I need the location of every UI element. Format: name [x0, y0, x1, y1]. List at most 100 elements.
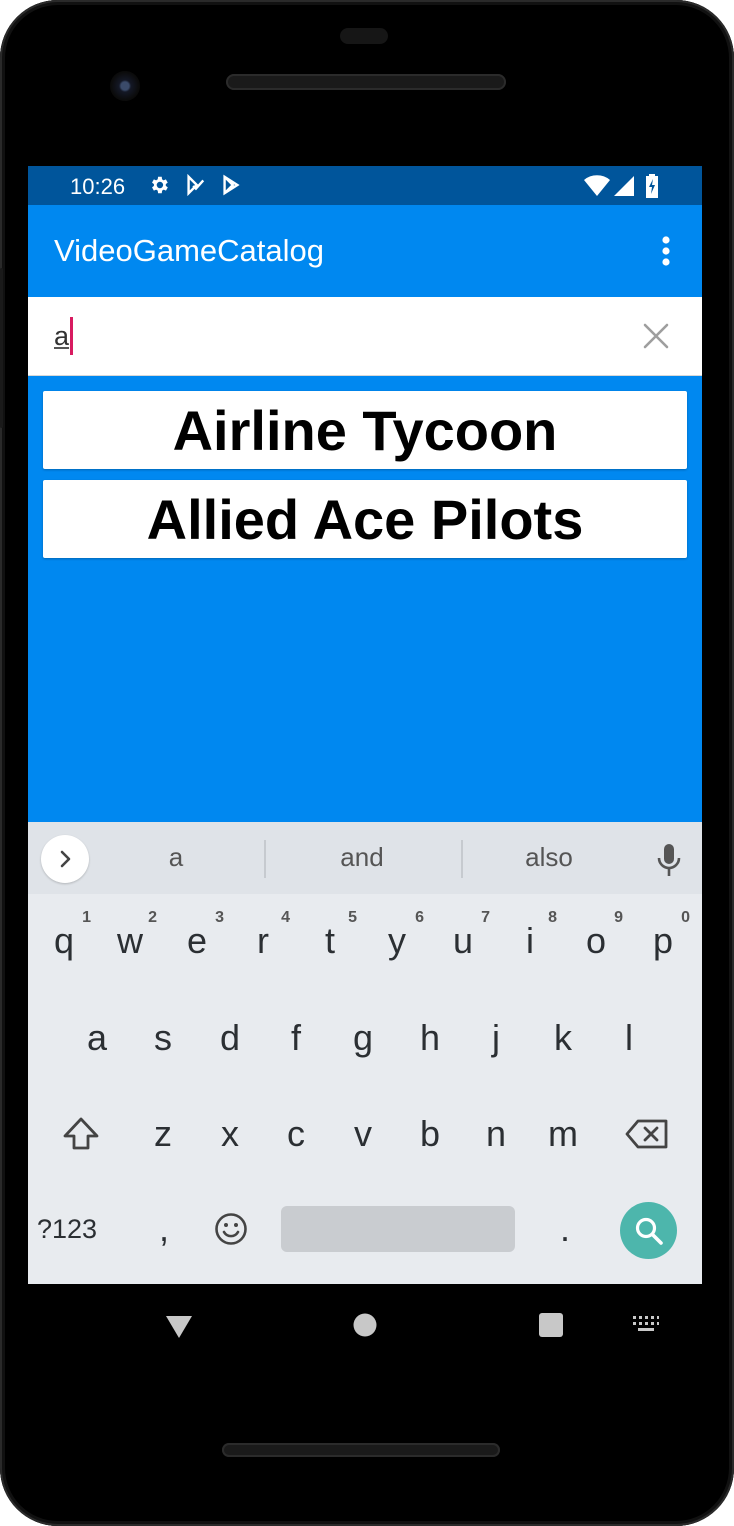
- key-label: a: [86, 1017, 108, 1058]
- key-g[interactable]: g: [330, 998, 396, 1078]
- key-label: d: [219, 1017, 241, 1058]
- key-label: ,: [158, 1208, 169, 1249]
- phone-frame: 10:26 VideoGameCatalog a Airline Tycoon …: [0, 0, 734, 1526]
- period-key[interactable]: .: [532, 1189, 598, 1269]
- key-label: ?123: [36, 1213, 98, 1244]
- key-label: s: [154, 1017, 172, 1058]
- earpiece-speaker: [226, 74, 506, 90]
- key-x[interactable]: x: [197, 1094, 263, 1174]
- suggestion-1[interactable]: a: [86, 842, 266, 873]
- key-label: j: [492, 1017, 500, 1058]
- suggestion-2[interactable]: and: [272, 842, 452, 873]
- search-bar: a: [28, 297, 702, 376]
- key-w[interactable]: w2: [97, 901, 163, 981]
- key-l[interactable]: l: [596, 998, 662, 1078]
- chevron-right-icon: [60, 850, 71, 868]
- key-hint: 2: [148, 909, 157, 926]
- result-item[interactable]: Allied Ace Pilots: [43, 480, 687, 558]
- gear-icon: [152, 176, 168, 194]
- more-vert-icon[interactable]: [648, 231, 684, 271]
- text-cursor: [70, 317, 73, 355]
- key-o[interactable]: o9: [563, 901, 629, 981]
- volume-button: [0, 268, 3, 428]
- key-label: z: [154, 1113, 172, 1154]
- key-label: q: [53, 920, 75, 961]
- key-label: h: [419, 1017, 441, 1058]
- key-label: c: [287, 1113, 305, 1154]
- battery-icon: [646, 174, 658, 198]
- key-m[interactable]: m: [530, 1094, 596, 1174]
- home-nav-icon[interactable]: [352, 1312, 378, 1338]
- key-p[interactable]: p0: [630, 901, 696, 981]
- key-label: b: [419, 1113, 441, 1154]
- screen: 10:26 VideoGameCatalog a Airline Tycoon …: [28, 166, 702, 1284]
- key-a[interactable]: a: [64, 998, 130, 1078]
- key-label: t: [324, 920, 335, 961]
- key-hint: 1: [82, 909, 91, 926]
- bottom-speaker: [222, 1443, 500, 1457]
- play-store-check-icon: [187, 174, 205, 196]
- key-t[interactable]: t5: [297, 901, 363, 981]
- status-bar: 10:26: [28, 166, 702, 205]
- key-h[interactable]: h: [397, 998, 463, 1078]
- key-label: p: [652, 920, 674, 961]
- key-q[interactable]: q1: [31, 901, 97, 981]
- suggestion-3[interactable]: also: [459, 842, 639, 873]
- key-f[interactable]: f: [263, 998, 329, 1078]
- key-label: e: [186, 920, 208, 961]
- search-input[interactable]: a: [54, 321, 69, 352]
- key-label: v: [354, 1113, 372, 1154]
- key-label: i: [526, 920, 534, 961]
- result-item-label: Airline Tycoon: [172, 398, 558, 462]
- key-k[interactable]: k: [530, 998, 596, 1078]
- front-camera: [110, 71, 140, 101]
- key-label: f: [290, 1017, 301, 1058]
- symbols-key[interactable]: ?123: [34, 1189, 100, 1269]
- expand-toolbar-button[interactable]: [41, 835, 89, 883]
- key-label: y: [388, 920, 406, 961]
- key-j[interactable]: j: [463, 998, 529, 1078]
- key-label: w: [117, 920, 143, 961]
- search-action-key[interactable]: [620, 1202, 677, 1259]
- key-b[interactable]: b: [397, 1094, 463, 1174]
- result-item-label: Allied Ace Pilots: [146, 487, 584, 551]
- back-nav-icon[interactable]: [164, 1314, 194, 1340]
- backspace-key[interactable]: [614, 1094, 680, 1174]
- key-c[interactable]: c: [263, 1094, 329, 1174]
- key-hint: 0: [681, 909, 690, 926]
- key-n[interactable]: n: [463, 1094, 529, 1174]
- search-icon: [635, 1217, 663, 1245]
- key-label: .: [559, 1208, 570, 1249]
- key-label: u: [452, 920, 474, 961]
- key-s[interactable]: s: [130, 998, 196, 1078]
- result-item[interactable]: Airline Tycoon: [43, 391, 687, 469]
- key-label: o: [585, 920, 607, 961]
- key-y[interactable]: y6: [364, 901, 430, 981]
- key-hint: 4: [281, 909, 290, 926]
- mic-icon[interactable]: [654, 842, 684, 878]
- shift-key[interactable]: [48, 1094, 114, 1174]
- key-e[interactable]: e3: [164, 901, 230, 981]
- key-z[interactable]: z: [130, 1094, 196, 1174]
- shift-icon: [63, 1117, 99, 1150]
- soft-keyboard: a and also q1 w2 e3 r4 t5 y6 u7 i8 o9 p0: [28, 822, 702, 1284]
- key-u[interactable]: u7: [430, 901, 496, 981]
- key-hint: 3: [215, 909, 224, 926]
- key-d[interactable]: d: [197, 998, 263, 1078]
- emoji-icon: [215, 1213, 247, 1245]
- key-v[interactable]: v: [330, 1094, 396, 1174]
- key-label: l: [625, 1017, 633, 1058]
- key-i[interactable]: i8: [497, 901, 563, 981]
- comma-key[interactable]: ,: [131, 1189, 197, 1269]
- close-icon[interactable]: [640, 320, 672, 352]
- key-r[interactable]: r4: [230, 901, 296, 981]
- space-key[interactable]: [281, 1206, 515, 1252]
- emoji-key[interactable]: [198, 1189, 264, 1269]
- key-label: g: [352, 1017, 374, 1058]
- key-hint: 9: [614, 909, 623, 926]
- keyboard-switch-icon[interactable]: [632, 1315, 660, 1333]
- app-title: VideoGameCatalog: [54, 233, 324, 268]
- key-hint: 5: [348, 909, 357, 926]
- recents-nav-icon[interactable]: [538, 1312, 564, 1338]
- key-label: m: [548, 1113, 578, 1154]
